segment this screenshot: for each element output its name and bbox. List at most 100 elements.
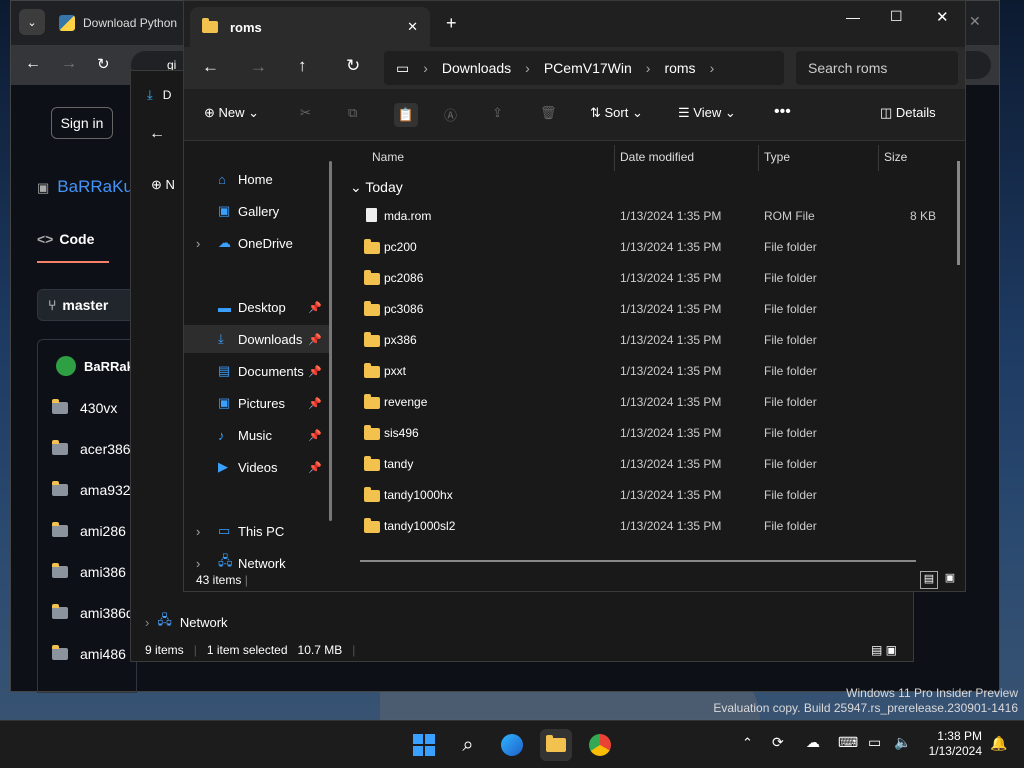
chevron-up-icon[interactable]: ⌃ (742, 735, 753, 751)
view-toggle[interactable]: ▤ ▣ (920, 571, 959, 589)
table-row[interactable]: tandy1000sl2 1/13/2024 1:35 PM File folder (342, 511, 952, 542)
clock[interactable]: 1:38 PM 1/13/2024 (920, 729, 982, 759)
pin-icon[interactable]: 📌 (308, 301, 322, 314)
sidebar-item-pictures[interactable]: ▣ Pictures 📌 (184, 389, 329, 417)
start-icon[interactable] (408, 729, 440, 761)
tiles-view-icon[interactable]: ▣ (941, 571, 959, 589)
sync-icon[interactable]: ⟳ (772, 734, 784, 751)
pin-icon[interactable]: 📌 (308, 333, 322, 346)
details-view-icon[interactable]: ▤ (920, 571, 938, 589)
table-row[interactable]: pc2086 1/13/2024 1:35 PM File folder (342, 263, 952, 294)
sidebar-item-videos[interactable]: ▶ Videos 📌 (184, 453, 329, 481)
copy-icon[interactable]: ⧉ (348, 105, 357, 121)
cut-icon[interactable]: ✂ (300, 105, 311, 121)
rename-icon[interactable]: Ⓐ (444, 105, 457, 124)
column-date[interactable]: Date modified (620, 150, 694, 164)
vertical-scrollbar[interactable] (957, 161, 960, 265)
breadcrumb[interactable]: ▭ › Downloads › PCemV17Win › roms › (384, 51, 784, 85)
chrome-icon[interactable] (584, 729, 616, 761)
explorer-tab[interactable]: roms ✕ (190, 7, 430, 47)
sidebar-item-onedrive[interactable]: › ☁ OneDrive (184, 229, 329, 257)
back-arrow-icon[interactable]: ← (149, 125, 165, 143)
notification-bell-icon[interactable]: 🔔 (990, 735, 1007, 752)
group-header[interactable]: ⌄ Today (350, 179, 403, 196)
view-button[interactable]: ☰ View ⌄ (678, 105, 736, 121)
table-row[interactable]: tandy 1/13/2024 1:35 PM File folder (342, 449, 952, 480)
file-row[interactable]: 430vx (52, 399, 117, 416)
reload-icon[interactable]: ↻ (97, 55, 110, 73)
maximize-icon[interactable]: ☐ (890, 8, 903, 25)
back-arrow-icon[interactable]: ← (202, 57, 219, 77)
pin-icon[interactable]: 📌 (308, 461, 322, 474)
close-icon[interactable]: ✕ (969, 13, 981, 30)
new-button[interactable]: ⊕ N (151, 177, 175, 193)
back-explorer-tab[interactable]: ⤓ D (131, 77, 191, 113)
pin-icon[interactable]: 📌 (308, 365, 322, 378)
breadcrumb-downloads[interactable]: Downloads (442, 60, 511, 76)
table-row[interactable]: sis496 1/13/2024 1:35 PM File folder (342, 418, 952, 449)
pin-icon[interactable]: 📌 (308, 429, 322, 442)
sidebar-item-music[interactable]: ♪ Music 📌 (184, 421, 329, 449)
sidebar-item-documents[interactable]: ▤ Documents 📌 (184, 357, 329, 385)
table-row[interactable]: pc200 1/13/2024 1:35 PM File folder (342, 232, 952, 263)
forward-arrow-icon[interactable]: → (250, 57, 267, 77)
column-size[interactable]: Size (884, 150, 907, 164)
new-button[interactable]: ⊕ New ⌄ (204, 105, 259, 121)
breadcrumb-roms[interactable]: roms (664, 60, 695, 76)
volume-icon[interactable]: 🔈 (894, 734, 911, 751)
sign-in-button[interactable]: Sign in (51, 107, 113, 139)
sidebar-item-desktop[interactable]: ▬ Desktop 📌 (184, 293, 329, 321)
delete-icon[interactable]: 🗑 (540, 105, 557, 121)
table-row[interactable]: tandy1000hx 1/13/2024 1:35 PM File folder (342, 480, 952, 511)
file-row[interactable]: ami386 (52, 563, 126, 580)
close-tab-icon[interactable]: ✕ (407, 19, 418, 35)
sidebar-item-gallery[interactable]: ▣ Gallery (184, 197, 329, 225)
column-name[interactable]: Name (372, 150, 404, 164)
table-row[interactable]: mda.rom 1/13/2024 1:35 PM ROM File 8 KB (342, 201, 952, 232)
file-row[interactable]: ami386d (52, 604, 134, 621)
close-window-icon[interactable]: ✕ (936, 8, 949, 26)
network-icon[interactable]: ▭ (868, 734, 881, 751)
python-tab[interactable]: Download Python (55, 7, 195, 39)
file-name: acer386 (80, 441, 131, 457)
refresh-icon[interactable]: ↻ (346, 56, 360, 76)
search-input[interactable]: Search roms (796, 51, 958, 85)
horizontal-scrollbar[interactable] (360, 560, 916, 562)
back-explorer-network[interactable]: › 🖧 Network (145, 611, 228, 633)
repo-name[interactable]: ▣ BaRRaKu (37, 177, 133, 197)
sidebar-item-home[interactable]: ⌂ Home (184, 165, 329, 193)
back-view-toggle[interactable]: ▤ ▣ (871, 643, 897, 657)
share-icon[interactable]: ⇪ (492, 105, 503, 121)
table-row[interactable]: revenge 1/13/2024 1:35 PM File folder (342, 387, 952, 418)
file-explorer-icon[interactable] (540, 729, 572, 761)
file-row[interactable]: ama932j (52, 481, 134, 498)
sidebar-item-downloads[interactable]: ⤓ Downloads 📌 (184, 325, 329, 353)
file-row[interactable]: ami286 (52, 522, 126, 539)
tab-search-button[interactable]: ⌄ (19, 9, 45, 35)
file-row[interactable]: ami486 (52, 645, 126, 662)
keyboard-icon[interactable]: ⌨ (838, 734, 858, 751)
file-row[interactable]: acer386 (52, 440, 131, 457)
forward-arrow-icon[interactable]: → (61, 55, 77, 73)
details-button[interactable]: ◫ Details (880, 105, 936, 121)
edge-icon[interactable] (496, 729, 528, 761)
table-row[interactable]: pc3086 1/13/2024 1:35 PM File folder (342, 294, 952, 325)
cloud-icon[interactable]: ☁ (806, 734, 820, 751)
pin-icon[interactable]: 📌 (308, 397, 322, 410)
back-arrow-icon[interactable]: ← (25, 55, 41, 73)
sidebar-item-thispc[interactable]: › ▭ This PC (184, 517, 329, 545)
table-row[interactable]: px386 1/13/2024 1:35 PM File folder (342, 325, 952, 356)
code-tab[interactable]: <> Code (37, 231, 109, 263)
table-row[interactable]: pxxt 1/13/2024 1:35 PM File folder (342, 356, 952, 387)
sort-button[interactable]: ⇅ Sort ⌄ (590, 105, 643, 121)
breadcrumb-pcem[interactable]: PCemV17Win (544, 60, 632, 76)
paste-icon[interactable]: 📋 (394, 103, 418, 127)
up-arrow-icon[interactable]: ↑ (298, 56, 307, 76)
new-tab-icon[interactable]: + (446, 13, 457, 34)
sidebar-scrollbar[interactable] (329, 161, 332, 521)
branch-select[interactable]: ⑂ master (37, 289, 137, 321)
minimize-icon[interactable]: — (846, 9, 860, 25)
column-type[interactable]: Type (764, 150, 790, 164)
search-icon[interactable]: ⌕ (452, 729, 484, 761)
more-icon[interactable]: ••• (774, 103, 791, 121)
